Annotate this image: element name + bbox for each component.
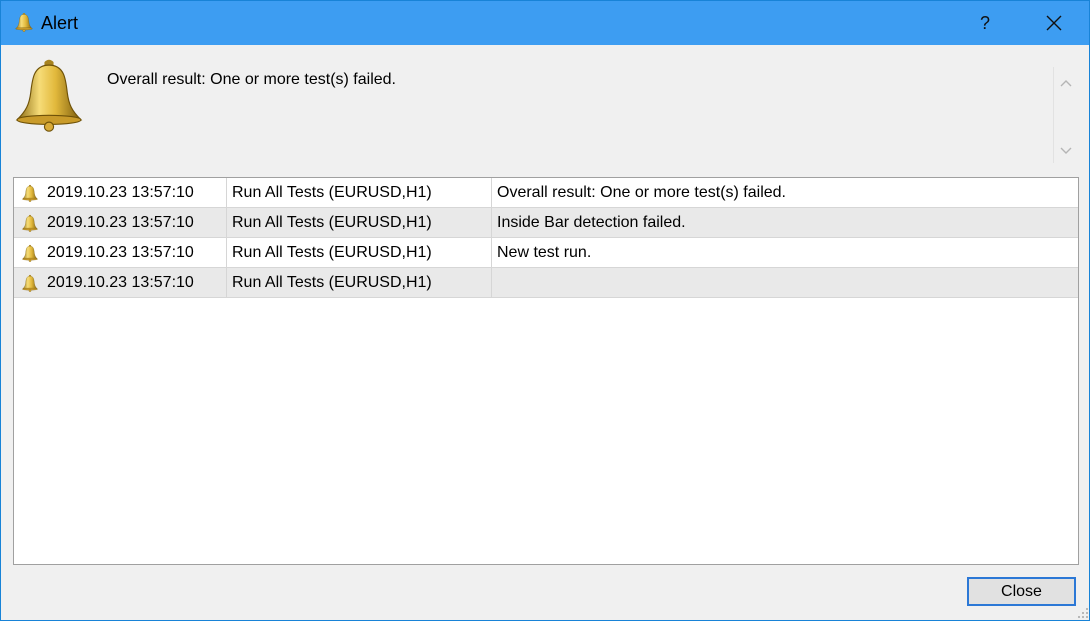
- close-icon: [1046, 15, 1062, 31]
- alert-window: Alert ? Overall result: One or more test…: [0, 0, 1090, 621]
- alert-text: Inside Bar detection failed.: [497, 214, 686, 231]
- alert-text: Overall result: One or more test(s) fail…: [497, 184, 786, 201]
- scroll-down-icon[interactable]: [1060, 147, 1072, 155]
- alert-time: 2019.10.23 13:57:10: [14, 268, 227, 298]
- alert-text: New test run.: [497, 244, 592, 261]
- close-button[interactable]: Close: [967, 577, 1076, 606]
- list-item[interactable]: 2019.10.23 13:57:10 Run All Tests (EURUS…: [14, 268, 1078, 298]
- alert-time: 2019.10.23 13:57:10: [14, 208, 227, 238]
- alert-source: Run All Tests (EURUSD,H1): [227, 208, 492, 238]
- alert-message: Overall result: One or more test(s) fail…: [107, 71, 396, 88]
- alert-text: [492, 268, 1078, 298]
- window-close-button[interactable]: [1026, 1, 1082, 45]
- alert-list[interactable]: 2019.10.23 13:57:10 Run All Tests (EURUS…: [13, 177, 1079, 565]
- alert-source: Run All Tests (EURUSD,H1): [227, 178, 492, 208]
- alert-time: 2019.10.23 13:57:10: [14, 178, 227, 208]
- window-title: Alert: [41, 13, 79, 33]
- list-item[interactable]: 2019.10.23 13:57:10 Run All Tests (EURUS…: [14, 208, 1078, 238]
- message-scrollbar[interactable]: [1053, 67, 1076, 163]
- list-item[interactable]: 2019.10.23 13:57:10 Run All Tests (EURUS…: [14, 238, 1078, 268]
- bell-icon: [14, 11, 34, 33]
- scroll-up-icon[interactable]: [1060, 79, 1072, 87]
- bell-icon: [10, 56, 88, 132]
- alert-source: Run All Tests (EURUSD,H1): [227, 238, 492, 268]
- alert-time: 2019.10.23 13:57:10: [14, 238, 227, 268]
- resize-grip-icon[interactable]: [1077, 607, 1089, 619]
- alert-source: Run All Tests (EURUSD,H1): [227, 268, 492, 298]
- help-button[interactable]: ?: [957, 1, 1013, 45]
- title-bar[interactable]: Alert ?: [1, 1, 1089, 45]
- list-item[interactable]: 2019.10.23 13:57:10 Run All Tests (EURUS…: [14, 178, 1078, 208]
